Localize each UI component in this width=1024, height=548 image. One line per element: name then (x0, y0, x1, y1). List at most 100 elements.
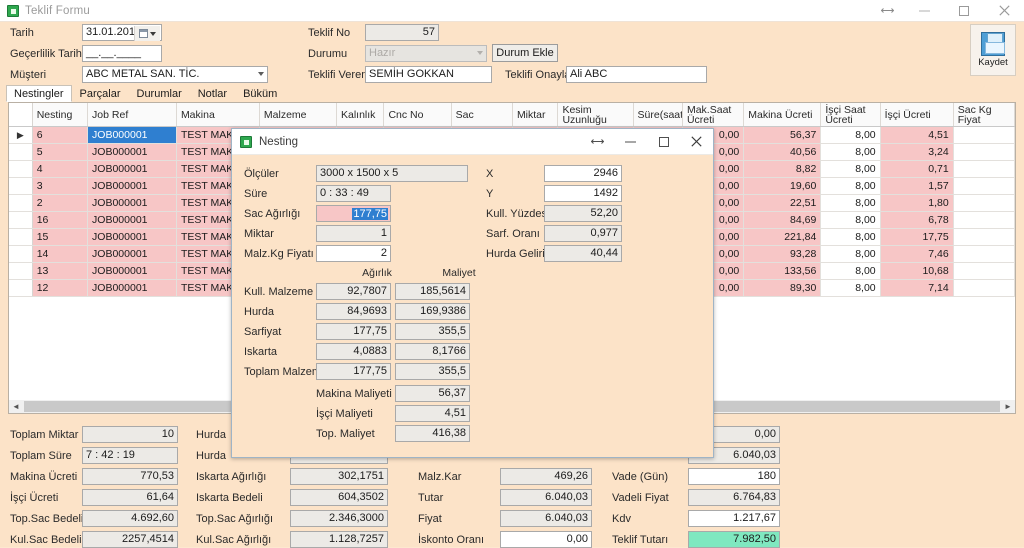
table-cell[interactable]: 8,00 (821, 263, 881, 279)
gecerlilik-tarihi-input[interactable]: __.__.____ (82, 45, 162, 62)
date-picker-button[interactable] (134, 26, 160, 41)
row-selector[interactable] (9, 178, 33, 194)
table-cell[interactable]: JOB000001 (88, 246, 177, 262)
grid-column-header[interactable]: Süre(saat) (634, 103, 683, 126)
summary-value-field[interactable]: 61,64 (82, 489, 178, 506)
dialog-field-right[interactable]: 2946 (544, 165, 622, 182)
dialog-cost-value-field[interactable]: 4,51 (395, 405, 470, 422)
table-cell[interactable]: 1,80 (880, 195, 954, 211)
table-cell[interactable]: 8,00 (821, 229, 881, 245)
row-selector[interactable] (9, 195, 33, 211)
summary-value-field[interactable]: 302,1751 (290, 468, 388, 485)
tab-parçalar[interactable]: Parçalar (72, 85, 129, 102)
table-cell[interactable]: 3,24 (880, 144, 954, 160)
dialog-cost-field[interactable]: 169,9386 (395, 303, 470, 320)
table-cell[interactable] (954, 280, 1015, 296)
table-cell[interactable] (954, 246, 1015, 262)
row-selector[interactable] (9, 263, 33, 279)
row-selector[interactable] (9, 161, 33, 177)
dialog-field-right[interactable]: 52,20 (544, 205, 622, 222)
dialog-cost-field[interactable]: 185,5614 (395, 283, 470, 300)
dialog-field-left[interactable]: 1 (316, 225, 391, 242)
table-cell[interactable]: 6,78 (880, 212, 954, 228)
table-cell[interactable]: 17,75 (880, 229, 954, 245)
table-cell[interactable]: 84,69 (744, 212, 822, 228)
grid-column-header[interactable]: Kalınlık (337, 103, 385, 126)
table-cell[interactable] (954, 127, 1015, 143)
summary-value-field[interactable]: 6.040,03 (500, 510, 592, 527)
table-cell[interactable]: 19,60 (744, 178, 822, 194)
summary-value-field[interactable]: 10 (82, 426, 178, 443)
dialog-cost-value-field[interactable]: 56,37 (395, 385, 470, 402)
table-cell[interactable]: 89,30 (744, 280, 822, 296)
dialog-weight-field[interactable]: 84,9693 (316, 303, 391, 320)
dialog-resize-handle-icon[interactable] (581, 129, 614, 155)
tab-notlar[interactable]: Notlar (190, 85, 235, 102)
dialog-weight-field[interactable]: 177,75 (316, 363, 391, 380)
tab-büküm[interactable]: Büküm (235, 85, 285, 102)
minimize-button[interactable] (904, 0, 944, 22)
table-cell[interactable]: 5 (32, 144, 89, 160)
table-cell[interactable]: 16 (32, 212, 89, 228)
summary-value-field[interactable]: 469,26 (500, 468, 592, 485)
table-cell[interactable]: JOB000001 (88, 280, 177, 296)
table-cell[interactable]: 7,14 (880, 280, 954, 296)
teklifi-onaylayan-input[interactable]: Ali ABC (566, 66, 707, 83)
table-cell[interactable]: 8,00 (821, 195, 881, 211)
summary-value-field[interactable]: 770,53 (82, 468, 178, 485)
row-selector[interactable] (9, 280, 33, 296)
table-cell[interactable]: JOB000001 (88, 144, 177, 160)
table-cell[interactable]: 1,57 (880, 178, 954, 194)
summary-value-field[interactable]: 1.217,67 (688, 510, 780, 527)
grid-column-header[interactable]: Cnc No (384, 103, 452, 126)
summary-value-field[interactable]: 604,3502 (290, 489, 388, 506)
durum-ekle-button[interactable]: Durum Ekle (492, 44, 558, 62)
teklif-no-input[interactable]: 57 (365, 24, 439, 41)
table-cell[interactable] (954, 212, 1015, 228)
table-cell[interactable]: 8,00 (821, 280, 881, 296)
grid-column-header[interactable]: Kesim Uzunluğu (558, 103, 634, 126)
table-cell[interactable]: 12 (32, 280, 89, 296)
grid-column-header[interactable]: Makina Ücreti (744, 103, 822, 126)
table-cell[interactable] (954, 144, 1015, 160)
table-cell[interactable]: 8,00 (821, 144, 881, 160)
grid-column-header[interactable]: Nesting (33, 103, 89, 126)
summary-value-field[interactable]: 180 (688, 468, 780, 485)
row-selector[interactable] (9, 229, 33, 245)
table-cell[interactable]: JOB000001 (88, 127, 177, 143)
dialog-cost-value-field[interactable]: 416,38 (395, 425, 470, 442)
grid-column-header[interactable]: Job Ref (88, 103, 177, 126)
table-cell[interactable]: 13 (32, 263, 89, 279)
summary-value-field[interactable]: 2257,4514 (82, 531, 178, 548)
table-cell[interactable]: 8,82 (744, 161, 822, 177)
row-selector[interactable] (9, 212, 33, 228)
table-cell[interactable]: 93,28 (744, 246, 822, 262)
table-cell[interactable]: 8,00 (821, 161, 881, 177)
table-cell[interactable]: JOB000001 (88, 263, 177, 279)
table-cell[interactable]: JOB000001 (88, 178, 177, 194)
durumu-combo[interactable]: Hazır (365, 45, 487, 62)
table-cell[interactable]: 8,00 (821, 212, 881, 228)
teklifi-veren-input[interactable]: SEMİH GOKKAN (365, 66, 492, 83)
maximize-button[interactable] (944, 0, 984, 22)
dialog-field-left[interactable]: 3000 x 1500 x 5 (316, 165, 468, 182)
dialog-close-button[interactable] (680, 129, 713, 155)
table-cell[interactable] (954, 263, 1015, 279)
scroll-left-icon[interactable]: ◄ (9, 401, 23, 413)
dialog-field-left[interactable]: 0 : 33 : 49 (316, 185, 391, 202)
dialog-cost-field[interactable]: 355,5 (395, 323, 470, 340)
dialog-cost-field[interactable]: 355,5 (395, 363, 470, 380)
summary-value-field[interactable]: 2.346,3000 (290, 510, 388, 527)
scroll-right-icon[interactable]: ► (1001, 401, 1015, 413)
table-cell[interactable]: 8,00 (821, 127, 881, 143)
table-cell[interactable] (954, 161, 1015, 177)
kaydet-button[interactable]: Kaydet (970, 24, 1016, 76)
table-cell[interactable]: 10,68 (880, 263, 954, 279)
table-cell[interactable]: 22,51 (744, 195, 822, 211)
table-cell[interactable]: 4 (32, 161, 89, 177)
row-selector[interactable] (9, 144, 33, 160)
table-cell[interactable]: JOB000001 (88, 229, 177, 245)
table-cell[interactable]: 3 (32, 178, 89, 194)
row-selector[interactable] (9, 246, 33, 262)
summary-value-field[interactable]: 4.692,60 (82, 510, 178, 527)
